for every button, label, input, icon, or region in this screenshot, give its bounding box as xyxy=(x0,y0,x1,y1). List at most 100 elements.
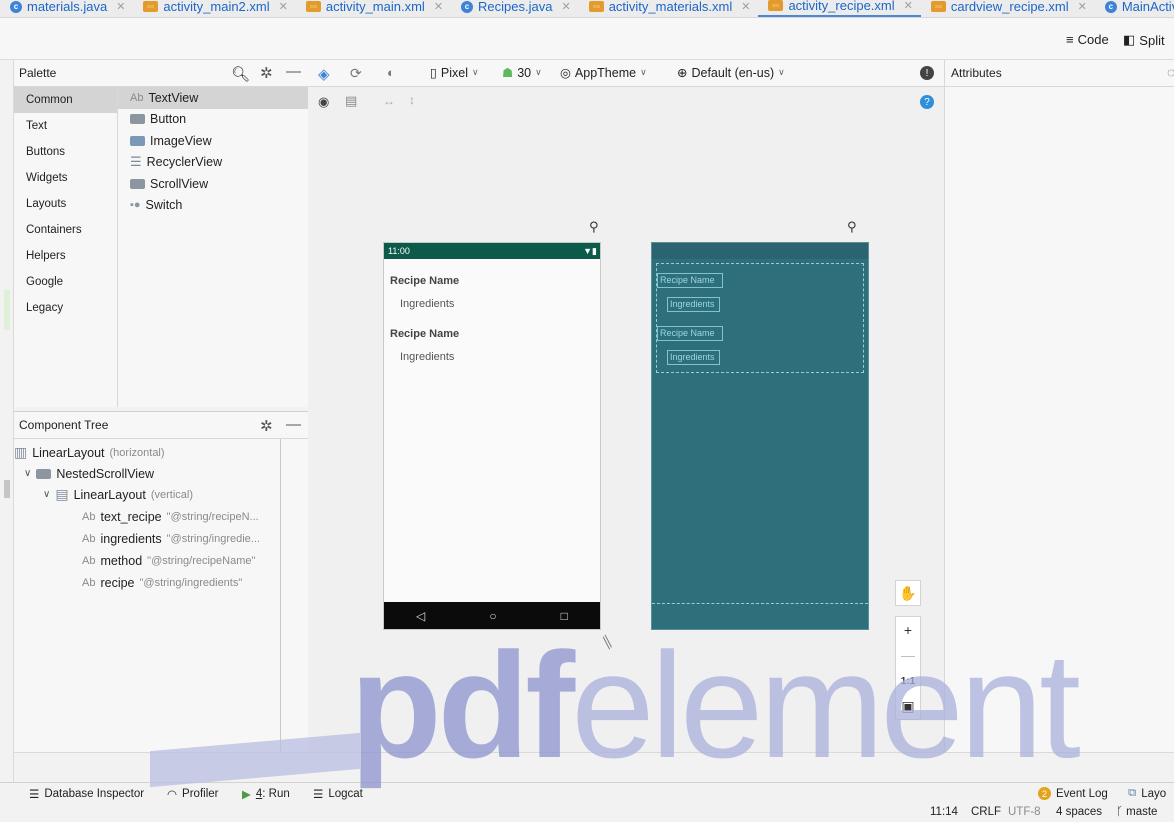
close-icon[interactable]: ✕ xyxy=(904,0,913,12)
theme-selector[interactable]: ◎ AppTheme ∨ xyxy=(560,65,647,81)
textview-icon: Ab xyxy=(82,510,96,523)
locale-selector[interactable]: ⊕ Default (en-us) ∨ xyxy=(677,65,785,81)
class-icon: c xyxy=(10,0,22,13)
file-encoding[interactable]: UTF-8 xyxy=(1008,806,1041,818)
event-log-button[interactable]: 2 Event Log xyxy=(1038,787,1108,800)
tab-mainactivity2[interactable]: cMainActivity2.j xyxy=(1095,0,1174,17)
help-icon[interactable]: ? xyxy=(920,95,934,109)
scrollview-icon xyxy=(36,468,52,479)
indent-setting[interactable]: 4 spaces xyxy=(1056,806,1102,818)
zoom-fit-button[interactable]: ▣ xyxy=(895,694,921,720)
blueprint-ingredients[interactable]: Ingredients xyxy=(667,297,720,312)
blueprint-recipe-name[interactable]: Recipe Name xyxy=(657,326,723,341)
wrench-icon[interactable]: ⚲ xyxy=(847,219,857,235)
device-selector[interactable]: ▯ Pixel ∨ xyxy=(430,65,479,81)
tab-recipes-java[interactable]: c Recipes.java ✕ xyxy=(451,0,579,17)
fit-screen-icon: ▣ xyxy=(901,698,915,714)
git-branch[interactable]: ᚴ maste xyxy=(1116,806,1157,818)
gear-icon[interactable]: ✲ xyxy=(260,64,273,82)
blueprint-ingredients[interactable]: Ingredients xyxy=(667,350,720,365)
layers-icon[interactable]: ◈ xyxy=(318,65,330,83)
attributes-panel xyxy=(944,87,1174,752)
layout-inspector-button[interactable]: ⧉ Layo xyxy=(1128,787,1166,800)
line-separator[interactable]: CRLF xyxy=(971,806,1001,818)
textview-icon: Ab xyxy=(82,554,96,567)
palette-item-imageview[interactable]: ImageView xyxy=(118,130,308,152)
close-icon[interactable]: ✕ xyxy=(1078,0,1087,13)
palette-category-buttons[interactable]: Buttons xyxy=(14,139,117,165)
ingredients-text[interactable]: Ingredients xyxy=(400,298,454,310)
tab-activity-main[interactable]: activity_main.xml ✕ xyxy=(296,0,451,17)
recipe-name-text[interactable]: Recipe Name xyxy=(390,275,459,287)
margins-icon[interactable]: ▤ xyxy=(345,93,357,109)
search-icon[interactable]: ◌ xyxy=(1167,64,1174,80)
caret-position[interactable]: 11:14 xyxy=(930,806,958,818)
search-icon[interactable]: 🔍︎ xyxy=(231,65,250,83)
palette-category-text[interactable]: Text xyxy=(14,113,117,139)
close-icon[interactable]: ✕ xyxy=(434,0,443,13)
palette-item-switch[interactable]: ▪● Switch xyxy=(118,195,308,217)
xml-file-icon xyxy=(588,1,604,12)
zoom-in-button[interactable]: + xyxy=(895,616,921,642)
tree-node-linearlayout-horizontal[interactable]: ▥ LinearLayout (horizontal) xyxy=(14,442,165,463)
minimize-icon[interactable]: — xyxy=(286,416,301,433)
wrench-icon[interactable]: ⚲ xyxy=(589,219,599,235)
tree-node-text-recipe[interactable]: Ab text_recipe "@string/recipeN... xyxy=(82,506,259,527)
tab-activity-main2[interactable]: activity_main2.xml ✕ xyxy=(133,0,295,17)
palette-category-google[interactable]: Google xyxy=(14,269,117,295)
logcat-button[interactable]: ☰ Logcat xyxy=(313,787,363,801)
recipe-name-text[interactable]: Recipe Name xyxy=(390,328,459,340)
palette-item-textview[interactable]: Ab TextView xyxy=(118,87,308,109)
gear-icon[interactable]: ✲ xyxy=(260,417,273,435)
close-icon[interactable]: ✕ xyxy=(279,0,288,13)
palette-category-common[interactable]: Common xyxy=(14,87,117,113)
horizontal-resize-icon[interactable]: ↔ xyxy=(383,94,395,108)
zoom-out-button[interactable]: — xyxy=(895,642,921,668)
palette-category-helpers[interactable]: Helpers xyxy=(14,243,117,269)
database-inspector-button[interactable]: ☰ Database Inspector xyxy=(29,787,144,801)
orientation-icon[interactable]: ⟳ xyxy=(350,65,362,82)
palette-item-scrollview[interactable]: ScrollView xyxy=(118,173,308,195)
split-mode-button[interactable]: ◧ Split xyxy=(1123,32,1165,48)
tree-node-recipe[interactable]: Ab recipe "@string/ingredients" xyxy=(82,572,242,593)
palette-category-legacy[interactable]: Legacy xyxy=(14,295,117,321)
tree-node-linearlayout-vertical[interactable]: ∨ ▤ LinearLayout (vertical) xyxy=(43,484,193,505)
code-mode-button[interactable]: ≡ Code xyxy=(1066,32,1109,47)
close-icon[interactable]: ✕ xyxy=(561,0,570,13)
tab-cardview-recipe[interactable]: cardview_recipe.xml ✕ xyxy=(921,0,1095,17)
palette-item-button[interactable]: Button xyxy=(118,109,308,131)
warning-icon[interactable]: ! xyxy=(920,66,934,80)
chevron-down-icon[interactable]: ∨ xyxy=(24,468,31,479)
palette-category-containers[interactable]: Containers xyxy=(14,217,117,243)
theme-icon: ◎ xyxy=(560,66,571,80)
minimize-icon[interactable]: — xyxy=(286,63,301,80)
blueprint-recipe-name[interactable]: Recipe Name xyxy=(657,273,723,288)
palette-category-widgets[interactable]: Widgets xyxy=(14,165,117,191)
tab-activity-recipe[interactable]: activity_recipe.xml ✕ xyxy=(758,0,921,17)
tree-node-ingredients[interactable]: Ab ingredients "@string/ingredie... xyxy=(82,528,260,549)
pan-button[interactable]: ✋ xyxy=(895,580,921,606)
status-bar: 11:14 CRLF UTF-8 4 spaces ᚴ maste xyxy=(0,804,1174,822)
profiler-button[interactable]: ◠ Profiler xyxy=(167,787,218,801)
tree-node-method[interactable]: Ab method "@string/recipeName" xyxy=(82,550,255,571)
zoom-actual-size-button[interactable]: 1:1 xyxy=(895,668,921,694)
tree-node-nestedscrollview[interactable]: ∨ NestedScrollView xyxy=(24,463,154,484)
design-preview-phone[interactable]: 11:00 ▼▮ Recipe Name Ingredients Recipe … xyxy=(383,242,601,630)
night-mode-icon[interactable]: ◐ xyxy=(387,65,395,80)
branch-icon: ᚴ xyxy=(1116,806,1123,818)
ingredients-text[interactable]: Ingredients xyxy=(400,351,454,363)
event-count-badge: 2 xyxy=(1038,787,1051,800)
blueprint-preview[interactable]: Recipe Name Ingredients Recipe Name Ingr… xyxy=(651,242,869,630)
chevron-down-icon[interactable]: ∨ xyxy=(43,489,50,500)
run-button[interactable]: ▶ 4: Run xyxy=(242,787,290,801)
close-icon[interactable]: ✕ xyxy=(116,0,125,13)
eye-icon[interactable]: ◉ xyxy=(318,94,329,110)
palette-item-recyclerview[interactable]: ☰ RecyclerView xyxy=(118,152,308,174)
close-icon[interactable]: ✕ xyxy=(741,0,750,13)
tab-activity-materials[interactable]: activity_materials.xml ✕ xyxy=(579,0,759,17)
vertical-resize-icon[interactable]: ↕ xyxy=(409,93,415,107)
class-icon: c xyxy=(461,0,474,13)
palette-category-layouts[interactable]: Layouts xyxy=(14,191,117,217)
api-level-selector[interactable]: ☗ 30 ∨ xyxy=(502,65,542,81)
tab-materials-java[interactable]: c materials.java ✕ xyxy=(0,0,133,17)
